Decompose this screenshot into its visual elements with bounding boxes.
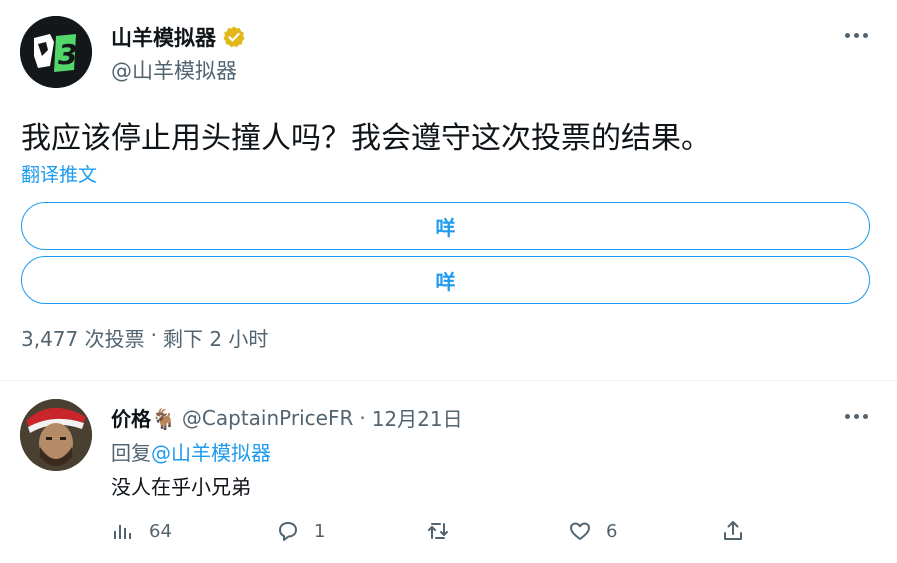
poll-meta: 3,477 次投票 · 剩下 2 小时 [21, 323, 268, 352]
retweet-button[interactable] [426, 516, 464, 546]
poll-option-2[interactable]: 咩 [21, 256, 870, 304]
tweet-text: 我应该停止用头撞人吗？我会遵守这次投票的结果。 [21, 121, 711, 156]
translate-link[interactable]: 翻译推文 [21, 160, 97, 187]
reply-author-name[interactable]: 价格🐐 [111, 403, 176, 432]
poll-remaining: 剩下 2 小时 [162, 327, 269, 351]
like-button[interactable]: 6 [568, 516, 617, 546]
more-icon[interactable] [838, 403, 874, 429]
avatar-goat-simulator[interactable]: 3 [20, 16, 92, 88]
avatar-captain-price[interactable] [20, 399, 92, 471]
views-button[interactable]: 64 [111, 516, 172, 546]
reply-author-handle[interactable]: @CaptainPriceFR [182, 406, 353, 430]
views-icon [114, 525, 131, 539]
like-icon [570, 522, 590, 540]
retweet-icon [428, 523, 448, 539]
reply-text: 没人在乎小兄弟 [111, 475, 251, 499]
poll-meta-separator: · [150, 323, 157, 347]
reply-header: 价格🐐 @CaptainPriceFR · 12月21日 [111, 403, 463, 432]
action-bar: 64 1 6 [111, 516, 751, 546]
likes-count: 6 [606, 520, 618, 542]
goat-simulator-logo: 3 [20, 16, 92, 88]
poll-option-1[interactable]: 咩 [21, 202, 870, 250]
reply-tweet: 价格🐐 @CaptainPriceFR · 12月21日 回复@山羊模拟器 没人… [0, 381, 897, 563]
reply-button[interactable]: 1 [276, 516, 325, 546]
replying-to: 回复@山羊模拟器 [111, 437, 271, 466]
poll-votes: 3,477 次投票 [21, 327, 145, 351]
svg-text:3: 3 [58, 38, 77, 71]
reply-icon [279, 522, 297, 541]
replying-to-prefix: 回复 [111, 441, 151, 465]
replies-count: 1 [314, 520, 326, 542]
reply-separator: · [359, 405, 366, 430]
more-icon[interactable] [838, 22, 874, 48]
author-handle[interactable]: @山羊模拟器 [111, 55, 237, 85]
tweet: 3 山羊模拟器 @山羊模拟器 我应该停止用头撞人吗？我会遵守这次投票的结果。 翻… [0, 0, 897, 381]
replying-to-mention[interactable]: @山羊模拟器 [151, 441, 271, 465]
author-name[interactable]: 山羊模拟器 [111, 22, 246, 52]
share-icon [724, 521, 742, 540]
reply-date[interactable]: 12月21日 [372, 403, 463, 432]
verified-badge-icon [222, 25, 246, 49]
avatar-image [20, 399, 92, 471]
share-button[interactable] [721, 516, 745, 546]
views-count: 64 [149, 520, 172, 542]
author-name-text[interactable]: 山羊模拟器 [111, 22, 216, 52]
